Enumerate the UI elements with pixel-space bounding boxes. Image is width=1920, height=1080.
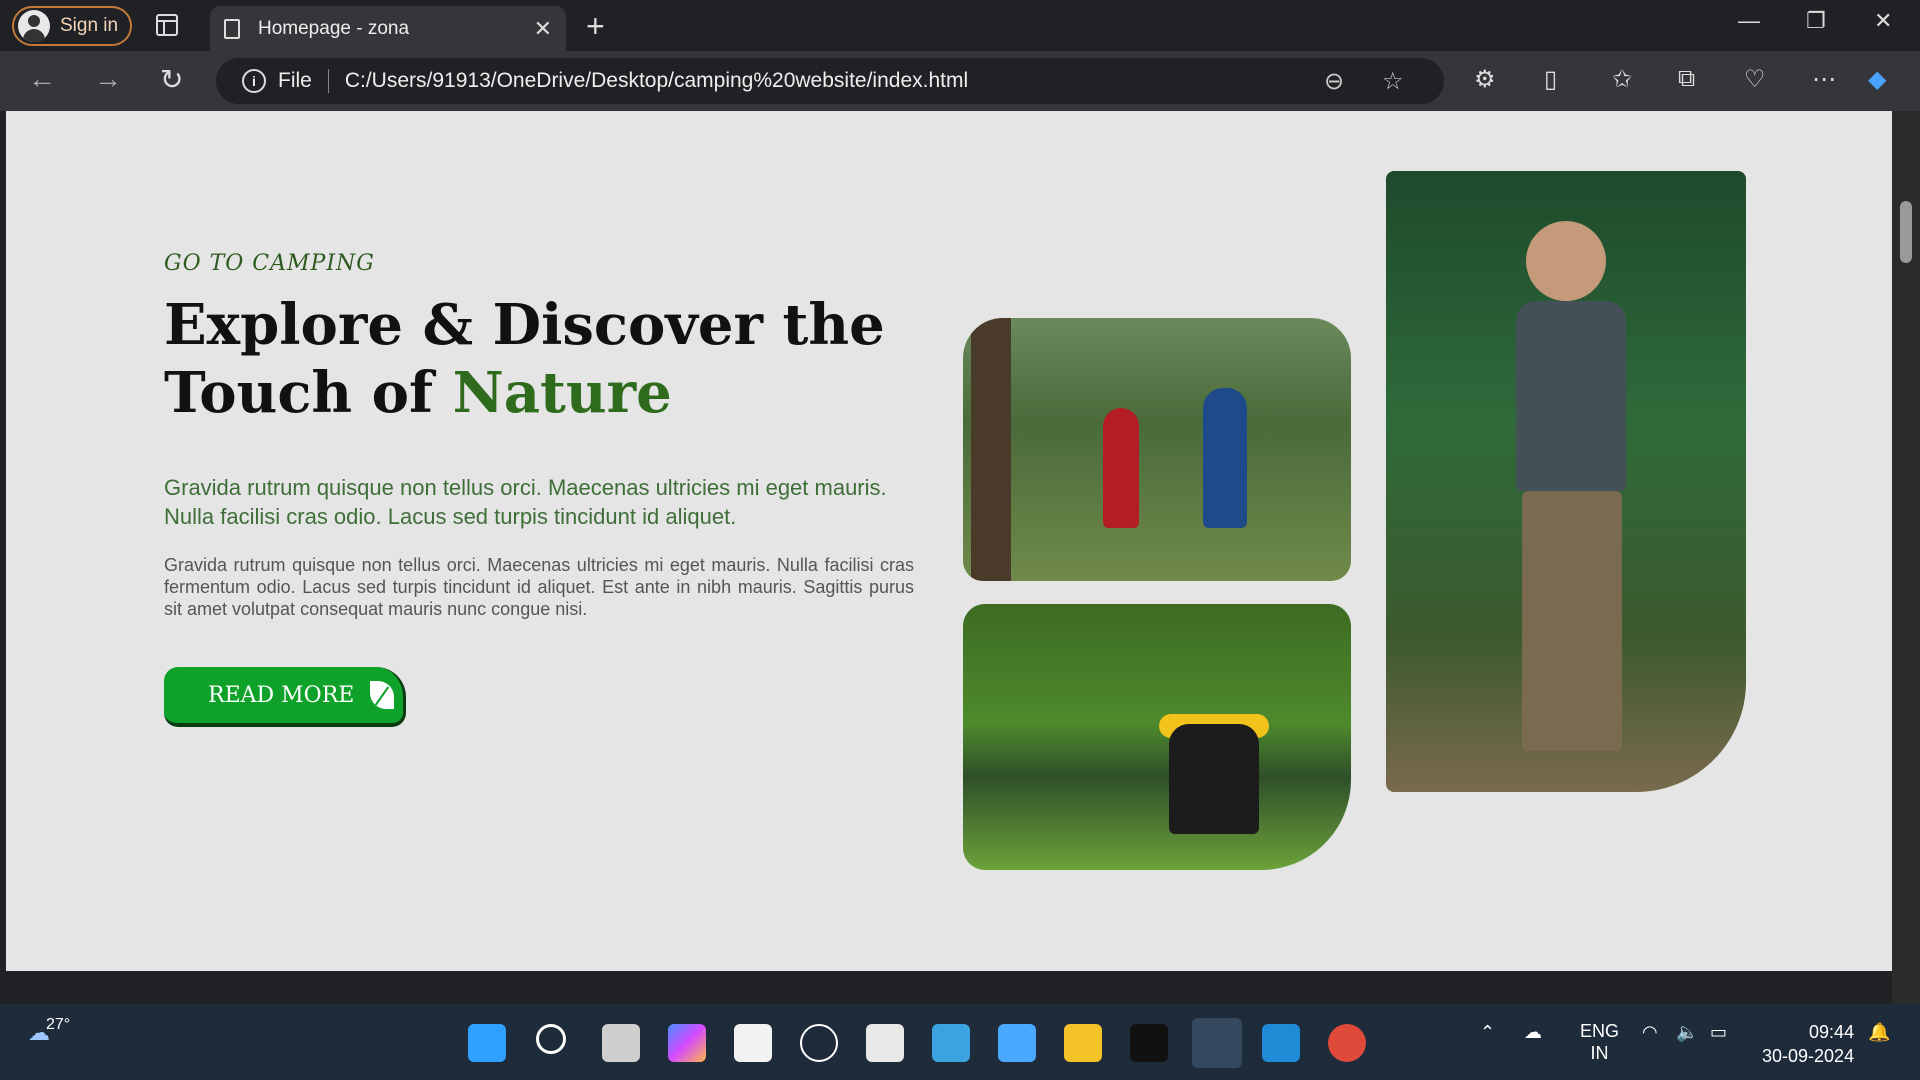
new-tab-icon[interactable]: + — [586, 8, 605, 45]
binoculars-hiker-photo — [1386, 171, 1746, 792]
address-scheme: File — [278, 69, 312, 92]
file-explorer-icon[interactable] — [1064, 1024, 1102, 1062]
info-icon[interactable]: i — [242, 69, 266, 93]
collections-icon[interactable]: ⧉ — [1678, 65, 1695, 93]
onedrive-icon[interactable]: ☁ — [1524, 1022, 1542, 1043]
browser-tab-strip: Sign in Homepage - zona ✕ + — ❐ ✕ — [0, 0, 1920, 51]
vscode-icon[interactable] — [1262, 1024, 1300, 1062]
hero-lead-text: Gravida rutrum quisque non tellus orci. … — [164, 475, 887, 529]
document-icon — [224, 18, 240, 39]
chrome-icon[interactable] — [1328, 1024, 1366, 1062]
notifications-bell-icon[interactable]: 🔔 — [1868, 1022, 1890, 1043]
close-tab-icon[interactable]: ✕ — [534, 16, 552, 42]
minimize-icon[interactable]: — — [1738, 8, 1760, 34]
restore-icon[interactable]: ❐ — [1806, 8, 1826, 34]
active-tab[interactable]: Homepage - zona ✕ — [210, 6, 566, 51]
browser-toolbar: ← → ↻ i File C:/Users/91913/OneDrive/Des… — [0, 51, 1920, 111]
store-icon[interactable] — [734, 1024, 772, 1062]
language-code: ENG — [1580, 1021, 1620, 1041]
photos-icon[interactable] — [998, 1024, 1036, 1062]
hero-body-text: Gravida rutrum quisque non tellus orci. … — [164, 555, 914, 619]
favorites-icon[interactable]: ✩ — [1612, 65, 1632, 94]
system-clock[interactable]: 09:44 30-09-2024 — [1762, 1020, 1854, 1068]
figma-icon[interactable] — [1130, 1024, 1168, 1062]
start-menu-icon[interactable] — [468, 1024, 506, 1062]
language-region: IN — [1590, 1043, 1609, 1063]
address-bar[interactable]: i File C:/Users/91913/OneDrive/Desktop/c… — [216, 58, 1444, 104]
hiker-head-shape — [1526, 221, 1606, 301]
close-window-icon[interactable]: ✕ — [1874, 8, 1892, 34]
notepad-icon[interactable] — [932, 1024, 970, 1062]
dell-icon[interactable] — [800, 1024, 838, 1062]
hero-headline: Explore & Discover the Touch of Nature — [164, 291, 924, 427]
page-scrollbar[interactable] — [1892, 111, 1920, 1004]
cyclist-blue-shape — [1203, 388, 1247, 528]
backpack-shape — [1169, 724, 1259, 834]
sitting-hiker-photo — [963, 604, 1351, 870]
split-screen-icon[interactable]: ▯ — [1544, 65, 1557, 94]
tab-title: Homepage - zona — [258, 17, 410, 39]
hiker-legs-shape — [1522, 491, 1622, 751]
snipping-tool-icon[interactable] — [866, 1024, 904, 1062]
battery-icon[interactable]: ▭ — [1710, 1022, 1727, 1043]
back-icon[interactable]: ← — [28, 63, 56, 95]
headline-line2: Touch of — [164, 360, 434, 426]
copilot-app-icon[interactable] — [668, 1024, 706, 1062]
volume-icon[interactable]: 🔈 — [1676, 1022, 1698, 1043]
wifi-icon[interactable]: ◠ — [1642, 1022, 1658, 1043]
extensions-icon[interactable]: ⚙ — [1474, 65, 1496, 94]
show-hidden-icons[interactable]: ⌃ — [1480, 1022, 1495, 1043]
windows-taskbar: ☁ 27° ⌃ ☁ ENG IN ◠ 🔈 ▭ 09:44 30-09-2024 … — [0, 1004, 1920, 1080]
profile-avatar-icon — [18, 10, 50, 42]
temperature: 27° — [46, 1016, 71, 1033]
refresh-icon[interactable]: ↻ — [160, 63, 183, 96]
search-icon[interactable] — [536, 1024, 566, 1054]
edge-active-icon[interactable] — [1192, 1018, 1242, 1068]
leaf-icon — [370, 681, 395, 709]
address-separator — [327, 69, 329, 93]
more-menu-icon[interactable]: ⋯ — [1812, 65, 1836, 94]
sign-in-label: Sign in — [60, 15, 119, 36]
weather-widget[interactable]: ☁ 27° — [28, 1016, 70, 1046]
browser-essentials-icon[interactable]: ♡ — [1744, 65, 1766, 94]
favorite-star-icon[interactable]: ☆ — [1382, 67, 1404, 96]
read-more-label: READ MORE — [208, 682, 355, 708]
cyclists-photo — [963, 318, 1351, 581]
tree-trunk-shape — [971, 318, 1011, 581]
forward-icon[interactable]: → — [94, 63, 122, 95]
hero-kicker: GO TO CAMPING — [164, 251, 375, 276]
sign-in-button[interactable]: Sign in — [12, 6, 132, 46]
zoom-out-icon[interactable]: ⊖ — [1324, 67, 1344, 96]
headline-line1: Explore & Discover the — [164, 292, 885, 358]
language-indicator[interactable]: ENG IN — [1580, 1020, 1619, 1064]
task-view-icon[interactable] — [602, 1024, 640, 1062]
copilot-icon[interactable]: ◆ — [1868, 65, 1886, 94]
clock-time: 09:44 — [1809, 1022, 1855, 1042]
clock-date: 30-09-2024 — [1762, 1046, 1855, 1066]
hiker-torso-shape — [1516, 301, 1626, 491]
scrollbar-thumb[interactable] — [1900, 201, 1912, 263]
tab-actions-icon[interactable] — [156, 14, 178, 36]
cyclist-red-shape — [1103, 408, 1139, 528]
read-more-button[interactable]: READ MORE — [164, 667, 406, 727]
address-url[interactable]: C:/Users/91913/OneDrive/Desktop/camping%… — [345, 69, 968, 93]
page-viewport: GO TO CAMPING Explore & Discover the Tou… — [6, 111, 1892, 971]
headline-highlight: Nature — [452, 360, 672, 426]
